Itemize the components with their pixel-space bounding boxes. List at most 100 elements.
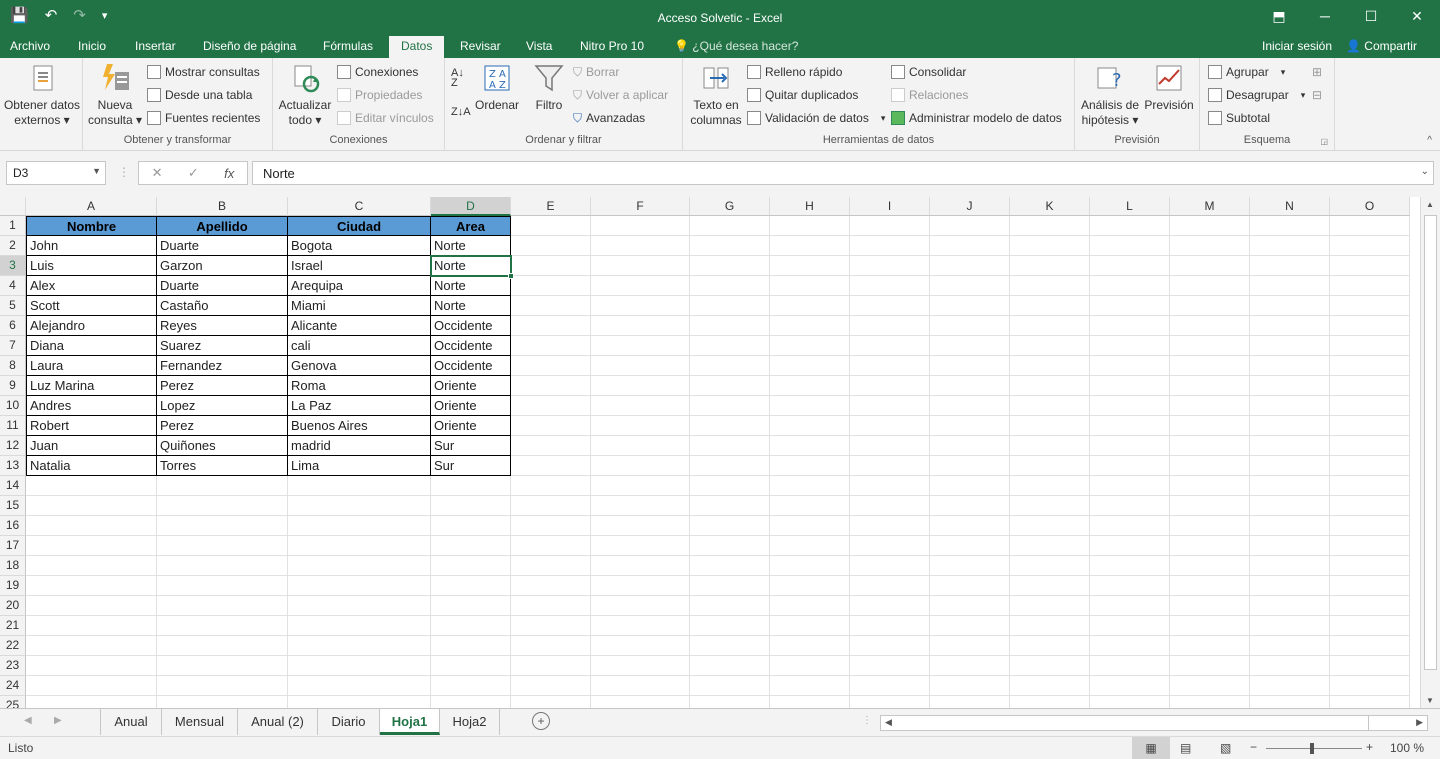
show-detail-icon[interactable]: ⊞ [1312,62,1322,82]
grid-cell[interactable] [26,616,157,636]
subtotal-button[interactable]: Subtotal [1208,108,1270,128]
grid-cell[interactable] [930,296,1010,316]
row-header[interactable]: 3 [0,256,26,276]
from-table-button[interactable]: Desde una tabla [147,85,252,105]
grid-cell[interactable] [1250,396,1330,416]
grid-cell[interactable] [157,496,288,516]
grid-cell[interactable] [1170,616,1250,636]
tell-me-search[interactable]: 💡 ¿Qué desea hacer? [672,36,800,58]
reapply-button[interactable]: ⛉ Volver a aplicar [573,85,668,105]
grid-cell[interactable] [591,696,690,708]
column-header-m[interactable]: M [1170,197,1250,216]
grid-cell[interactable] [511,296,591,316]
page-break-view-icon[interactable]: ▧ [1220,741,1231,755]
row-header[interactable]: 24 [0,676,26,696]
grid-cell[interactable] [591,516,690,536]
grid-cell[interactable] [1330,496,1410,516]
grid-cell[interactable] [770,336,850,356]
column-header-g[interactable]: G [690,197,770,216]
table-header-cell[interactable]: Area [431,216,511,236]
grid-cell[interactable] [1330,396,1410,416]
grid-cell[interactable] [690,296,770,316]
grid-cell[interactable] [1010,516,1090,536]
sheet-tab-anual-2[interactable]: Anual (2) [238,709,318,735]
grid-cell[interactable] [1010,696,1090,708]
sheet-tab-diario[interactable]: Diario [318,709,380,735]
grid-cell[interactable]: Occidente [431,356,511,376]
column-header-o[interactable]: O [1330,197,1410,216]
grid-cell[interactable] [511,316,591,336]
grid-cell[interactable] [1010,356,1090,376]
new-sheet-icon[interactable]: + [532,712,550,730]
grid-cell[interactable] [26,636,157,656]
grid-cell[interactable]: Alicante [288,316,431,336]
grid-cell[interactable]: Suarez [157,336,288,356]
grid-cell[interactable] [690,516,770,536]
grid-cell[interactable] [1090,656,1170,676]
grid-cell[interactable]: Norte [431,296,511,316]
grid-cell[interactable] [431,476,511,496]
grid-cell[interactable] [511,376,591,396]
grid-cell[interactable] [1010,416,1090,436]
scroll-down-icon[interactable]: ▼ [1426,696,1434,705]
grid-cell[interactable] [1330,456,1410,476]
sheet-tab-anual[interactable]: Anual [100,709,162,735]
column-header-i[interactable]: I [850,197,930,216]
grid-cell[interactable] [288,516,431,536]
grid-cell[interactable] [1330,376,1410,396]
grid-cell[interactable] [511,636,591,656]
grid-cell[interactable] [770,216,850,236]
grid-cell[interactable] [1170,536,1250,556]
grid-cell[interactable] [1250,636,1330,656]
grid-cell[interactable]: Israel [288,256,431,276]
grid-cell[interactable] [1010,376,1090,396]
grid-cell[interactable] [511,256,591,276]
grid-cell[interactable] [1170,476,1250,496]
grid-cell[interactable] [1330,536,1410,556]
grid-cell[interactable] [591,396,690,416]
grid-cell[interactable] [770,596,850,616]
grid-cell[interactable] [511,236,591,256]
tab-datos[interactable]: Datos [389,36,445,58]
grid-cell[interactable] [1090,476,1170,496]
grid-cell[interactable] [1170,556,1250,576]
edit-links-button[interactable]: Editar vínculos [337,108,434,128]
grid-cell[interactable] [591,476,690,496]
grid-cell[interactable] [157,676,288,696]
grid-cell[interactable] [930,516,1010,536]
grid-cell[interactable] [850,636,930,656]
grid-cell[interactable]: Diana [26,336,157,356]
properties-button[interactable]: Propiedades [337,85,422,105]
grid-cell[interactable] [690,636,770,656]
grid-cell[interactable]: Scott [26,296,157,316]
grid-cell[interactable] [288,676,431,696]
grid-cell[interactable] [288,696,431,708]
row-header[interactable]: 6 [0,316,26,336]
grid-cell[interactable] [770,356,850,376]
grid-cell[interactable] [591,576,690,596]
grid-cell[interactable] [591,296,690,316]
grid-cell[interactable] [1330,236,1410,256]
grid-cell[interactable]: Lima [288,456,431,476]
grid-cell[interactable] [1250,656,1330,676]
row-header[interactable]: 2 [0,236,26,256]
row-header[interactable]: 25 [0,696,26,708]
grid-cell[interactable] [770,296,850,316]
grid-cell[interactable] [1330,476,1410,496]
grid-cell[interactable] [1170,316,1250,336]
grid-cell[interactable] [1090,456,1170,476]
vertical-scroll-thumb[interactable] [1424,215,1437,670]
row-header[interactable]: 7 [0,336,26,356]
grid-cell[interactable]: Andres [26,396,157,416]
tab-nitro[interactable]: Nitro Pro 10 [578,36,646,58]
grid-cell[interactable] [431,516,511,536]
sort-za-icon[interactable]: Z↓A [451,102,471,122]
column-header-a[interactable]: A [26,197,157,216]
grid-cell[interactable] [850,276,930,296]
grid-cell[interactable] [1090,416,1170,436]
grid-cell[interactable] [1090,596,1170,616]
grid-cell[interactable] [930,696,1010,708]
grid-cell[interactable] [1170,436,1250,456]
grid-cell[interactable] [157,696,288,708]
grid-cell[interactable] [157,636,288,656]
